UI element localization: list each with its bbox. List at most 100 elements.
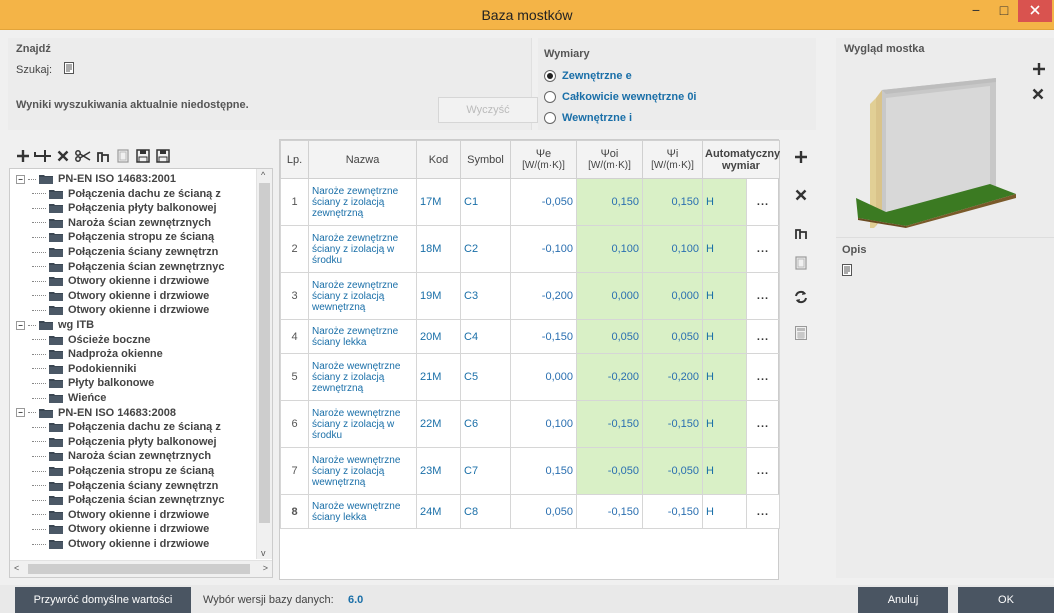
tree-group[interactable]: − wg ITB <box>16 318 94 332</box>
scrollbar-thumb[interactable] <box>28 564 250 574</box>
tree-item[interactable]: Ościeże boczne <box>32 333 151 347</box>
chevron-left-icon[interactable]: < <box>14 563 19 573</box>
tree-item[interactable]: Naroża ścian zewnętrznych <box>32 449 211 463</box>
copy-row-button[interactable] <box>790 222 812 244</box>
cell-psi-i[interactable]: 0,100 <box>642 225 703 273</box>
cell-code[interactable]: 23M <box>416 447 461 495</box>
search-field[interactable] <box>64 62 74 77</box>
tree-vertical-scrollbar[interactable]: ^ v <box>256 169 272 559</box>
import-button[interactable] <box>134 147 152 165</box>
collapse-icon[interactable]: − <box>16 408 25 418</box>
cell-auto-dimension[interactable]: H <box>702 272 747 320</box>
chevron-down-icon[interactable]: v <box>261 548 266 558</box>
row-number[interactable]: 6 <box>280 400 309 448</box>
cell-name[interactable]: Naroże wewnętrzne ściany lekka <box>308 494 417 529</box>
close-button[interactable] <box>1018 0 1052 22</box>
cell-psi-i[interactable]: 0,150 <box>642 178 703 226</box>
radio-internal[interactable]: Wewnętrzne i <box>544 110 632 126</box>
tree-item[interactable]: Połączenia ścian zewnętrznyc <box>32 260 225 274</box>
cell-code[interactable]: 24M <box>416 494 461 529</box>
cell-psi-i[interactable]: -0,050 <box>642 447 703 495</box>
more-button[interactable]: ... <box>746 353 780 401</box>
table-row[interactable]: 2 Naroże zewnętrzne ściany z izolacją w ś… <box>280 225 780 273</box>
table-row[interactable]: 4 Naroże zewnętrzne ściany lekka 20M C4 -0,1… <box>280 319 780 354</box>
cell-code[interactable]: 17M <box>416 178 461 226</box>
cancel-button[interactable]: Anuluj <box>858 587 948 613</box>
row-number[interactable]: 2 <box>280 225 309 273</box>
column-header-symbol[interactable]: Symbol <box>460 140 511 179</box>
column-header-code[interactable]: Kod <box>416 140 461 179</box>
tree-item[interactable]: Nadproża okienne <box>32 347 163 361</box>
cell-auto-dimension[interactable]: H <box>702 319 747 354</box>
row-number[interactable]: 4 <box>280 319 309 354</box>
tree-item[interactable]: Płyty balkonowe <box>32 376 154 390</box>
cell-psi-e[interactable]: 0,050 <box>510 494 577 529</box>
cell-psi-e[interactable]: 0,100 <box>510 400 577 448</box>
row-number[interactable]: 7 <box>280 447 309 495</box>
cell-psi-i[interactable]: -0,150 <box>642 494 703 529</box>
cell-psi-e[interactable]: -0,150 <box>510 319 577 354</box>
maximize-button[interactable]: □ <box>990 0 1018 22</box>
refresh-button[interactable] <box>790 286 812 308</box>
radio-external[interactable]: Zewnętrzne e <box>544 68 632 84</box>
cell-auto-dimension[interactable]: H <box>702 178 747 226</box>
table-row[interactable]: 7 Naroże wewnętrzne ściany z izolacją wew… <box>280 447 780 495</box>
tree-item[interactable]: Otwory okienne i drzwiowe <box>32 508 209 522</box>
cell-psi-i[interactable]: -0,200 <box>642 353 703 401</box>
tree-item[interactable]: Połączenia stropu ze ścianą <box>32 230 214 244</box>
collapse-icon[interactable]: − <box>16 174 25 184</box>
tree-item[interactable]: Połączenia ściany zewnętrzn <box>32 479 218 493</box>
cell-psi-oi[interactable]: -0,050 <box>576 447 643 495</box>
table-row[interactable]: 1 Naroże zewnętrzne ściany z izolacją zew… <box>280 178 780 226</box>
chevron-up-icon[interactable]: ^ <box>261 170 265 180</box>
cell-psi-e[interactable]: 0,000 <box>510 353 577 401</box>
cell-psi-oi[interactable]: 0,000 <box>576 272 643 320</box>
tree-item[interactable]: Otwory okienne i drzwiowe <box>32 274 209 288</box>
tree-group[interactable]: − PN-EN ISO 14683:2008 <box>16 406 176 420</box>
table-row[interactable]: 8 Naroże wewnętrzne ściany lekka 24M C8 0,05… <box>280 494 780 529</box>
add-button[interactable] <box>14 147 32 165</box>
cell-psi-i[interactable]: -0,150 <box>642 400 703 448</box>
tree-item[interactable]: Połączenia dachu ze ścianą z <box>32 187 221 201</box>
cell-psi-oi[interactable]: 0,050 <box>576 319 643 354</box>
tree-item[interactable]: Połączenia ściany zewnętrzn <box>32 245 218 259</box>
radio-button[interactable] <box>544 91 556 103</box>
tree-item[interactable]: Naroża ścian zewnętrznych <box>32 216 211 230</box>
cell-code[interactable]: 18M <box>416 225 461 273</box>
tree-item[interactable]: Połączenia płyty balkonowej <box>32 201 217 215</box>
clear-button[interactable]: Wyczyść <box>438 97 538 123</box>
cell-psi-e[interactable]: -0,100 <box>510 225 577 273</box>
cell-symbol[interactable]: C7 <box>460 447 511 495</box>
row-number[interactable]: 1 <box>280 178 309 226</box>
minimize-button[interactable]: − <box>962 0 990 22</box>
cell-psi-oi[interactable]: -0,200 <box>576 353 643 401</box>
tree-item[interactable]: Otwory okienne i drzwiowe <box>32 522 209 536</box>
tree-item[interactable]: Połączenia dachu ze ścianą z <box>32 420 221 434</box>
more-button[interactable]: ... <box>746 494 780 529</box>
cell-name[interactable]: Naroże wewnętrzne ściany z izolacją wewn… <box>308 447 417 495</box>
cell-psi-oi[interactable]: -0,150 <box>576 494 643 529</box>
column-header-psi-e[interactable]: Ψe [W/(m·K)] <box>510 140 577 179</box>
cell-symbol[interactable]: C8 <box>460 494 511 529</box>
cell-auto-dimension[interactable]: H <box>702 353 747 401</box>
more-button[interactable]: ... <box>746 400 780 448</box>
add-image-button[interactable] <box>1032 62 1046 79</box>
row-number[interactable]: 3 <box>280 272 309 320</box>
paste-row-button[interactable] <box>790 252 812 274</box>
tree-item[interactable]: Otwory okienne i drzwiowe <box>32 289 209 303</box>
cell-psi-oi[interactable]: 0,150 <box>576 178 643 226</box>
cell-auto-dimension[interactable]: H <box>702 400 747 448</box>
cell-psi-e[interactable]: -0,200 <box>510 272 577 320</box>
radio-fully-internal[interactable]: Całkowicie wewnętrzne 0i <box>544 89 697 105</box>
cell-name[interactable]: Naroże zewnętrzne ściany z izolacją wewn… <box>308 272 417 320</box>
cell-name[interactable]: Naroże wewnętrzne ściany z izolacją w śr… <box>308 400 417 448</box>
paste-button[interactable] <box>114 147 132 165</box>
tree-item[interactable]: Otwory okienne i drzwiowe <box>32 303 209 317</box>
column-header-psi-i[interactable]: Ψi [W/(m·K)] <box>642 140 703 179</box>
add-child-button[interactable] <box>34 147 52 165</box>
add-row-button[interactable] <box>790 146 812 168</box>
tree-item[interactable]: Połączenia stropu ze ścianą <box>32 464 214 478</box>
cell-auto-dimension[interactable]: H <box>702 225 747 273</box>
calculator-button[interactable] <box>790 322 812 344</box>
db-version-value[interactable]: 6.0 <box>348 594 363 606</box>
